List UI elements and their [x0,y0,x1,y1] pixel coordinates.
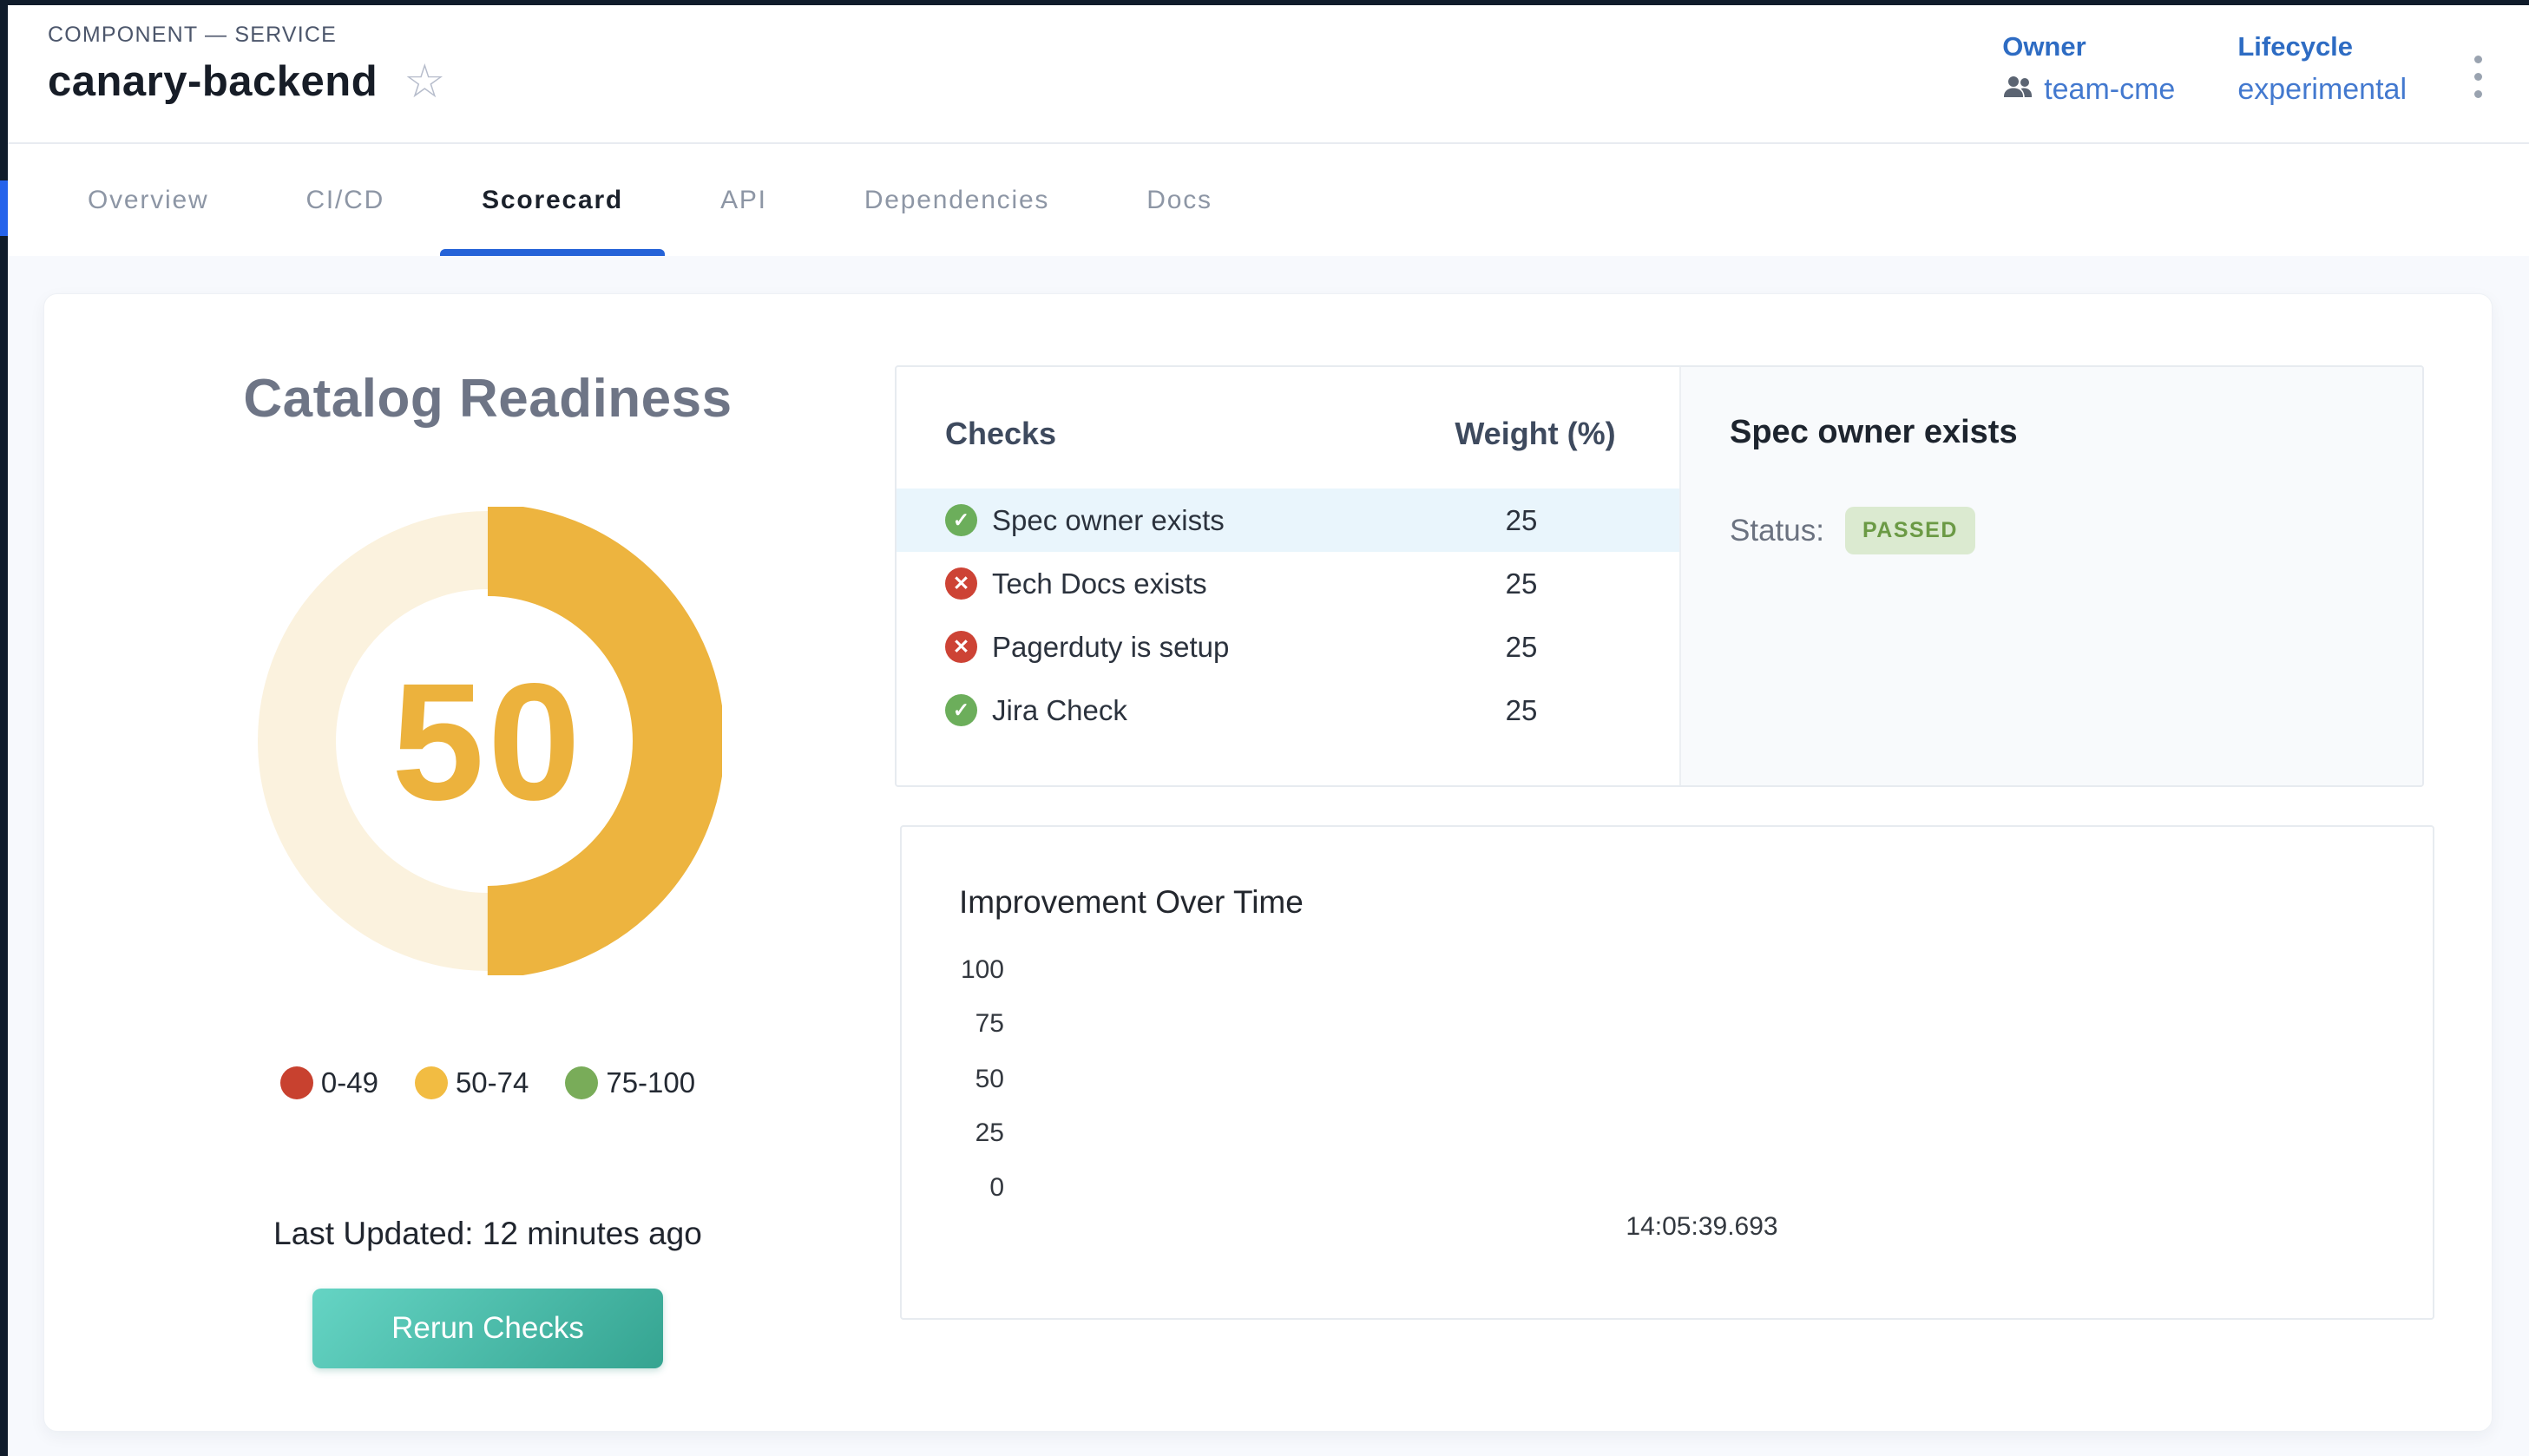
table-row[interactable]: ✕ Pagerduty is setup 25 [897,615,1679,679]
weight-column-header: Weight (%) [1422,416,1648,452]
chart-title: Improvement Over Time [959,884,1304,921]
owner-block: Owner team-cme [2002,31,2175,107]
checks-card: Checks Weight (%) ✓ Spec owner exists 25… [895,365,2424,787]
check-detail-title: Spec owner exists [1730,414,2388,451]
improvement-chart-card: Improvement Over Time 100 75 50 25 0 14:… [900,825,2434,1320]
y-axis-tick: 100 [902,955,1004,985]
tab-overview[interactable]: Overview [39,144,257,256]
entity-header: COMPONENT — SERVICE canary-backend ☆ Own… [8,5,2529,144]
page-title: canary-backend [48,57,378,106]
y-axis-tick: 25 [902,1118,1004,1148]
tab-dependencies[interactable]: Dependencies [816,144,1098,256]
table-row[interactable]: ✓ Spec owner exists 25 [897,489,1679,552]
legend-dot-green [565,1066,598,1099]
tabs: Overview CI/CD Scorecard API Dependencie… [39,144,1261,256]
score-gauge: 50 [253,507,722,975]
check-failed-icon: ✕ [945,567,977,600]
legend-dot-amber [415,1066,448,1099]
checks-rows: ✓ Spec owner exists 25 ✕ Tech Docs exist… [897,489,1679,742]
window-top-bar [0,0,2529,5]
legend-item-green: 75-100 [565,1066,695,1099]
table-row[interactable]: ✓ Jira Check 25 [897,679,1679,742]
check-failed-icon: ✕ [945,631,977,663]
lifecycle-label: Lifecycle [2237,31,2407,62]
sidebar-active-indicator [0,180,8,236]
collapsed-sidebar [0,0,8,1456]
owner-label: Owner [2002,31,2175,62]
app-window: COMPONENT — SERVICE canary-backend ☆ Own… [0,0,2529,1456]
favorite-star-icon[interactable]: ☆ [404,58,445,105]
scorecard-content-card: Catalog Readiness 50 0-49 50-74 [43,293,2493,1432]
y-axis-tick: 75 [902,1009,1004,1039]
tab-cicd[interactable]: CI/CD [257,144,433,256]
rerun-checks-button[interactable]: Rerun Checks [312,1289,663,1368]
check-detail-panel: Spec owner exists Status: PASSED [1679,367,2422,785]
x-axis-tick: 14:05:39.693 [1626,1212,1777,1242]
legend-item-amber: 50-74 [415,1066,529,1099]
tabs-bar: Overview CI/CD Scorecard API Dependencie… [8,144,2529,256]
y-axis-tick: 50 [902,1065,1004,1094]
last-updated-text: Last Updated: 12 minutes ago [44,1216,931,1252]
entity-meta: Owner team-cme Lifecycle experimental [2002,31,2487,107]
more-options-kebab-icon[interactable] [2469,50,2487,103]
score-value: 50 [253,507,722,975]
status-label: Status: [1730,514,1824,548]
catalog-readiness-title: Catalog Readiness [44,368,931,430]
y-axis-tick: 0 [902,1173,1004,1203]
title-row: canary-backend ☆ [48,57,446,106]
owner-value-link[interactable]: team-cme [2044,73,2175,107]
team-icon [2002,73,2033,107]
tab-api[interactable]: API [672,144,816,256]
tab-docs[interactable]: Docs [1098,144,1261,256]
catalog-readiness-section: Catalog Readiness 50 0-49 50-74 [44,294,931,1431]
score-legend: 0-49 50-74 75-100 [44,1066,931,1099]
legend-item-red: 0-49 [280,1066,378,1099]
tab-scorecard[interactable]: Scorecard [433,144,672,256]
checks-column-header: Checks [945,416,1056,452]
checks-table: Checks Weight (%) ✓ Spec owner exists 25… [897,367,1679,785]
lifecycle-block: Lifecycle experimental [2237,31,2407,107]
table-row[interactable]: ✕ Tech Docs exists 25 [897,552,1679,615]
active-tab-underline [440,249,665,256]
status-badge: PASSED [1845,507,1975,554]
breadcrumb: COMPONENT — SERVICE [48,23,337,48]
legend-dot-red [280,1066,313,1099]
lifecycle-value: experimental [2237,73,2407,107]
check-passed-icon: ✓ [945,694,977,726]
check-passed-icon: ✓ [945,504,977,536]
